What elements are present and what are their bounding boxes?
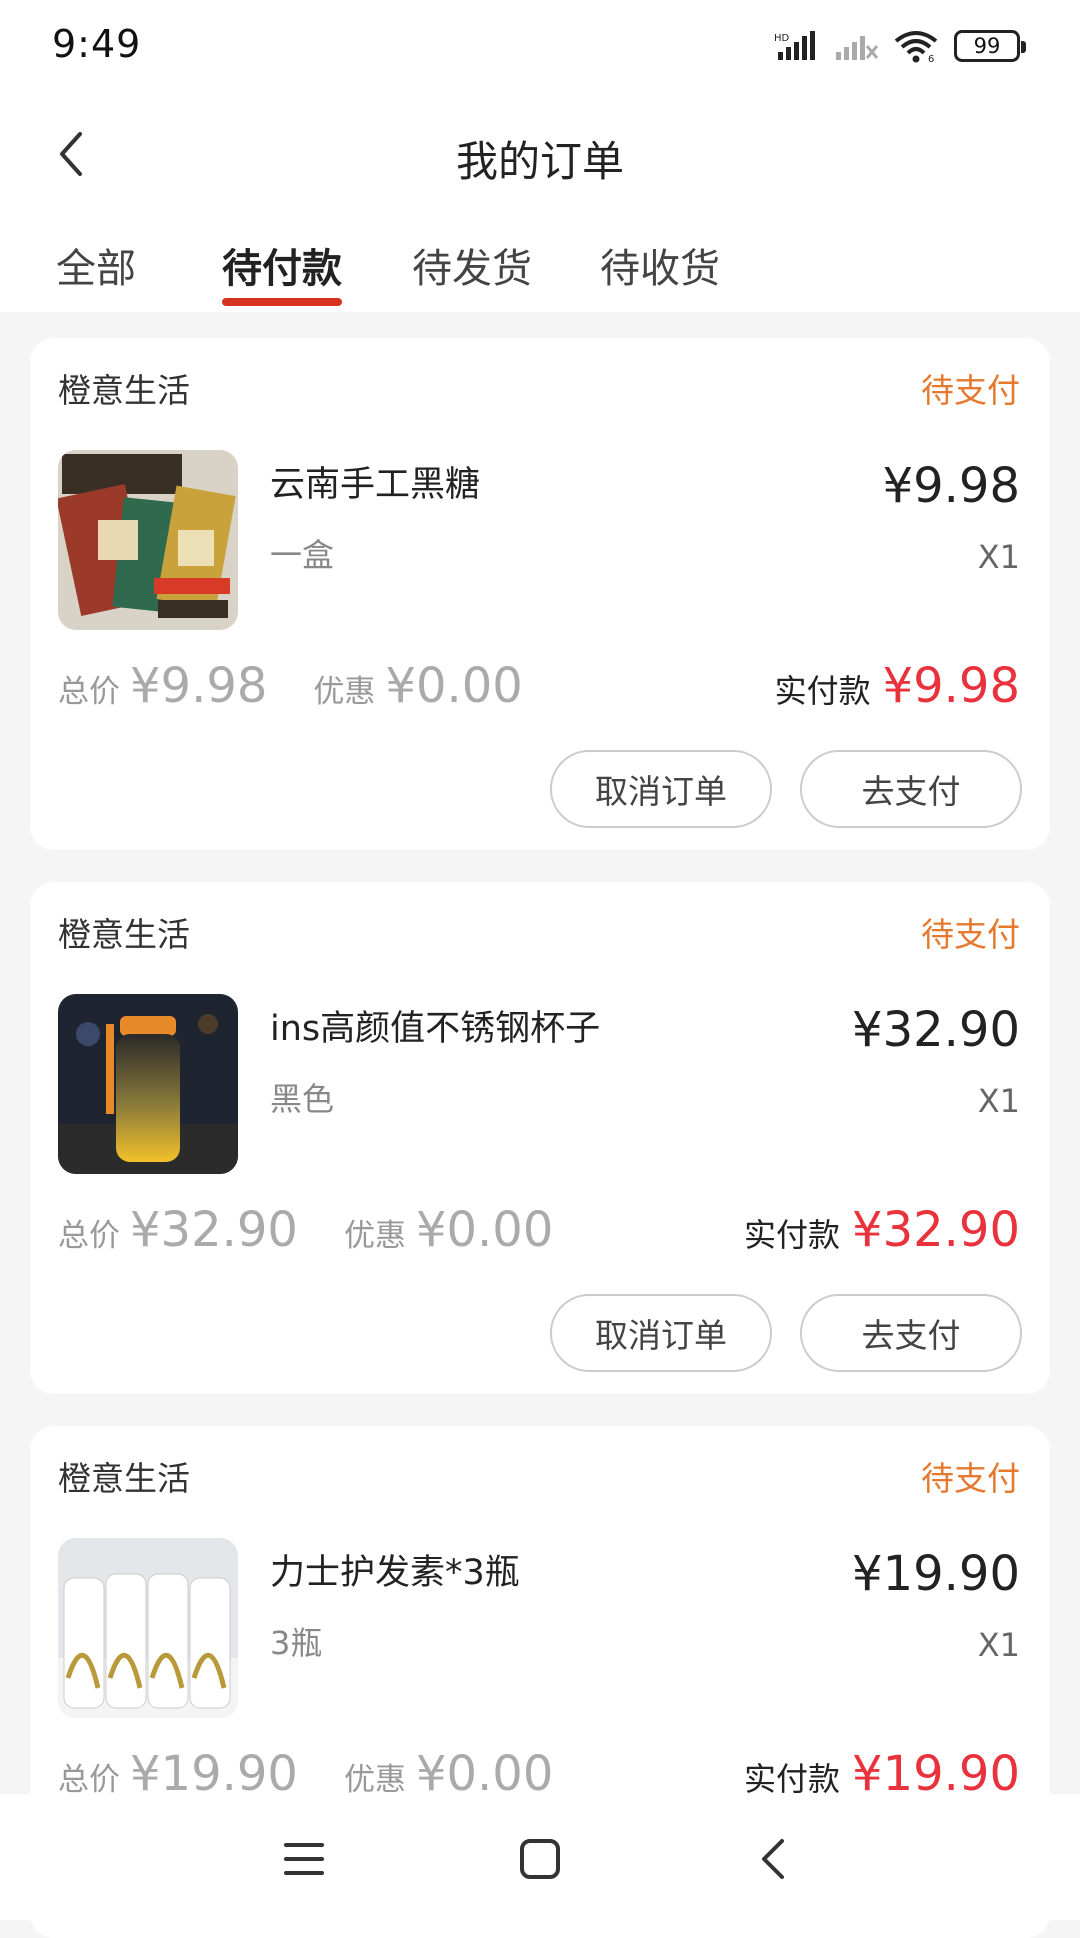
active-tab-indicator xyxy=(222,298,342,306)
tab-pending-payment[interactable]: 待付款 xyxy=(222,236,342,294)
order-summary: 总价 ¥32.90 优惠 ¥0.00 xyxy=(58,1202,599,1262)
product-image[interactable] xyxy=(58,994,238,1174)
product-qty: X1 xyxy=(977,1082,1020,1120)
discount-value: ¥0.00 xyxy=(385,658,523,714)
page-title: 我的订单 xyxy=(455,137,624,186)
order-status: 待支付 xyxy=(921,1459,1020,1498)
hd-signal-icon: HD xyxy=(774,31,815,60)
product-price: ¥32.90 xyxy=(852,1002,1020,1058)
order-card: 橙意生活 待支付 ins高颜值不锈钢杯子 黑色 ¥32.90 X1 总价 ¥32… xyxy=(30,882,1050,1394)
svg-text:6: 6 xyxy=(928,54,934,63)
paid-label: 实付款 xyxy=(744,1216,841,1254)
status-bar: 9:49 HD 6 99 xyxy=(0,0,1080,92)
tab-pending-receipt[interactable]: 待收货 xyxy=(600,236,720,294)
product-price: ¥9.98 xyxy=(882,458,1020,514)
paid-label: 实付款 xyxy=(774,672,871,710)
product-image[interactable] xyxy=(58,1538,238,1718)
home-square-icon xyxy=(520,1839,560,1879)
menu-button[interactable] xyxy=(264,1824,344,1894)
system-nav-bar xyxy=(0,1794,1080,1920)
order-card: 橙意生活 待支付 云南手工黑糖 一盒 ¥9.98 X1 总价 ¥9.98 优惠 … xyxy=(30,338,1050,850)
menu-icon xyxy=(284,1843,324,1875)
wifi-icon: 6 xyxy=(894,31,938,63)
status-icons: HD 6 99 xyxy=(774,26,1026,66)
status-time: 9:49 xyxy=(52,22,142,66)
home-button[interactable] xyxy=(500,1824,580,1894)
product-spec: 3瓶 xyxy=(270,1624,323,1662)
paid-value: ¥9.98 xyxy=(882,658,1020,714)
battery-level: 99 xyxy=(973,34,1001,58)
order-status: 待支付 xyxy=(921,915,1020,954)
paid-value: ¥32.90 xyxy=(852,1202,1020,1258)
product-spec: 黑色 xyxy=(270,1080,335,1118)
product-spec: 一盒 xyxy=(270,536,335,574)
signal-off-icon xyxy=(836,36,878,60)
product-qty: X1 xyxy=(977,1626,1020,1664)
product-name[interactable]: 云南手工黑糖 xyxy=(270,456,480,507)
product-name[interactable]: ins高颜值不锈钢杯子 xyxy=(270,1000,600,1051)
tab-all[interactable]: 全部 xyxy=(56,236,136,294)
back-chevron-icon xyxy=(762,1839,784,1879)
total-label: 总价 xyxy=(58,674,120,710)
cancel-order-button[interactable]: 取消订单 xyxy=(550,1294,772,1372)
order-tabs: 全部 待付款 待发货 待收货 xyxy=(0,230,1080,310)
svg-text:HD: HD xyxy=(774,33,790,44)
product-qty: X1 xyxy=(977,538,1020,576)
product-price: ¥19.90 xyxy=(852,1546,1020,1602)
shop-name[interactable]: 橙意生活 xyxy=(58,1452,190,1500)
order-summary: 总价 ¥9.98 优惠 ¥0.00 xyxy=(58,658,569,718)
discount-label: 优惠 xyxy=(343,1762,406,1798)
total-value: ¥9.98 xyxy=(130,658,268,714)
product-image[interactable] xyxy=(58,450,238,630)
paid-amount: 实付款 ¥9.98 xyxy=(775,658,1020,714)
discount-label: 优惠 xyxy=(343,1218,406,1254)
total-label: 总价 xyxy=(58,1762,120,1798)
top-area: 9:49 HD 6 99 我的订单 全部 待付款 待发货 待收货 xyxy=(0,0,1080,312)
discount-value: ¥0.00 xyxy=(415,1202,554,1258)
battery-icon: 99 xyxy=(954,30,1026,62)
cancel-order-button[interactable]: 取消订单 xyxy=(550,750,772,828)
total-label: 总价 xyxy=(58,1218,120,1254)
pay-button[interactable]: 去支付 xyxy=(800,750,1022,828)
header: 我的订单 xyxy=(0,110,1080,200)
shop-name[interactable]: 橙意生活 xyxy=(58,364,190,412)
paid-amount: 实付款 ¥32.90 xyxy=(744,1202,1020,1258)
tab-pending-shipment[interactable]: 待发货 xyxy=(412,236,532,294)
order-status: 待支付 xyxy=(921,371,1020,410)
pay-button[interactable]: 去支付 xyxy=(800,1294,1022,1372)
system-back-button[interactable] xyxy=(734,1824,814,1894)
shop-name[interactable]: 橙意生活 xyxy=(58,908,190,956)
product-name[interactable]: 力士护发素*3瓶 xyxy=(270,1544,520,1595)
discount-label: 优惠 xyxy=(313,674,376,710)
total-value: ¥32.90 xyxy=(130,1202,298,1258)
